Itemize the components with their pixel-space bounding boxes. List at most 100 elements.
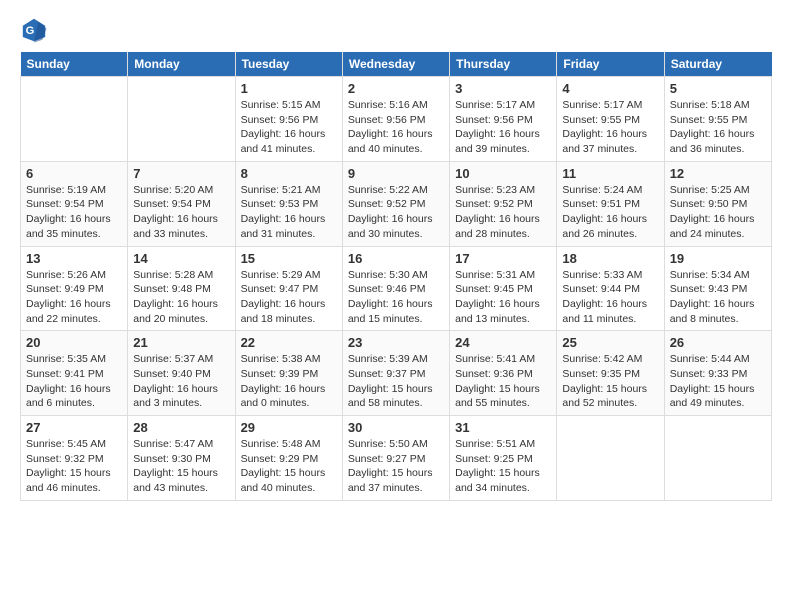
day-details: Sunrise: 5:41 AMSunset: 9:36 PMDaylight:… [455, 352, 551, 411]
day-details: Sunrise: 5:30 AMSunset: 9:46 PMDaylight:… [348, 268, 444, 327]
table-row: 8 Sunrise: 5:21 AMSunset: 9:53 PMDaylight… [235, 161, 342, 246]
table-row: 3Sunrise: 5:17 AMSunset: 9:56 PMDaylight… [450, 77, 557, 162]
table-row: 2 Sunrise: 5:16 AMSunset: 9:56 PMDaylight… [342, 77, 449, 162]
col-friday: Friday [557, 52, 664, 77]
table-row [128, 77, 235, 162]
page-header: G [20, 16, 772, 44]
day-number: 4 [562, 81, 658, 96]
day-number: 10 [455, 166, 551, 181]
table-row: 18 Sunrise: 5:33 AMSunset: 9:44 PMDayligh… [557, 246, 664, 331]
logo: G [20, 16, 50, 44]
table-row: 1Sunrise: 5:15 AMSunset: 9:56 PMDaylight… [235, 77, 342, 162]
table-row: 16 Sunrise: 5:30 AMSunset: 9:46 PMDayligh… [342, 246, 449, 331]
header-row: Sunday Monday Tuesday Wednesday Thursday… [21, 52, 772, 77]
day-details: Sunrise: 5:42 AMSunset: 9:35 PMDaylight:… [562, 352, 658, 411]
col-wednesday: Wednesday [342, 52, 449, 77]
day-number: 18 [562, 251, 658, 266]
logo-icon: G [20, 16, 48, 44]
table-row: 27Sunrise: 5:45 AMSunset: 9:32 PMDayligh… [21, 416, 128, 501]
day-details: Sunrise: 5:37 AMSunset: 9:40 PMDaylight:… [133, 352, 229, 411]
table-row: 9Sunrise: 5:22 AMSunset: 9:52 PMDaylight… [342, 161, 449, 246]
col-monday: Monday [128, 52, 235, 77]
table-row: 13 Sunrise: 5:26 AMSunset: 9:49 PMDayligh… [21, 246, 128, 331]
day-number: 15 [241, 251, 337, 266]
day-details: Sunrise: 5:17 AMSunset: 9:55 PMDaylight:… [562, 98, 658, 157]
table-row: 4 Sunrise: 5:17 AMSunset: 9:55 PMDaylight… [557, 77, 664, 162]
calendar-body: 1Sunrise: 5:15 AMSunset: 9:56 PMDaylight… [21, 77, 772, 501]
day-details: Sunrise: 5:47 AMSunset: 9:30 PMDaylight:… [133, 437, 229, 496]
day-number: 22 [241, 335, 337, 350]
day-details: Sunrise: 5:33 AMSunset: 9:44 PMDaylight:… [562, 268, 658, 327]
day-details: Sunrise: 5:19 AMSunset: 9:54 PMDaylight:… [26, 183, 122, 242]
table-row: 19 Sunrise: 5:34 AMSunset: 9:43 PMDayligh… [664, 246, 771, 331]
calendar-header: Sunday Monday Tuesday Wednesday Thursday… [21, 52, 772, 77]
table-row: 17 Sunrise: 5:31 AMSunset: 9:45 PMDayligh… [450, 246, 557, 331]
day-details: Sunrise: 5:39 AMSunset: 9:37 PMDaylight:… [348, 352, 444, 411]
table-row [664, 416, 771, 501]
table-row: 10Sunrise: 5:23 AMSunset: 9:52 PMDayligh… [450, 161, 557, 246]
day-number: 23 [348, 335, 444, 350]
day-details: Sunrise: 5:34 AMSunset: 9:43 PMDaylight:… [670, 268, 766, 327]
day-details: Sunrise: 5:45 AMSunset: 9:32 PMDaylight:… [26, 437, 122, 496]
table-row: 20Sunrise: 5:35 AMSunset: 9:41 PMDayligh… [21, 331, 128, 416]
day-details: Sunrise: 5:51 AMSunset: 9:25 PMDaylight:… [455, 437, 551, 496]
day-number: 8 [241, 166, 337, 181]
day-number: 30 [348, 420, 444, 435]
day-number: 16 [348, 251, 444, 266]
col-saturday: Saturday [664, 52, 771, 77]
day-details: Sunrise: 5:17 AMSunset: 9:56 PMDaylight:… [455, 98, 551, 157]
table-row: 21 Sunrise: 5:37 AMSunset: 9:40 PMDayligh… [128, 331, 235, 416]
day-number: 20 [26, 335, 122, 350]
table-row: 5Sunrise: 5:18 AMSunset: 9:55 PMDaylight… [664, 77, 771, 162]
day-details: Sunrise: 5:24 AMSunset: 9:51 PMDaylight:… [562, 183, 658, 242]
day-details: Sunrise: 5:31 AMSunset: 9:45 PMDaylight:… [455, 268, 551, 327]
day-number: 29 [241, 420, 337, 435]
day-details: Sunrise: 5:16 AMSunset: 9:56 PMDaylight:… [348, 98, 444, 157]
svg-text:G: G [26, 25, 35, 37]
table-row: 22 Sunrise: 5:38 AMSunset: 9:39 PMDayligh… [235, 331, 342, 416]
day-number: 25 [562, 335, 658, 350]
table-row [21, 77, 128, 162]
day-details: Sunrise: 5:21 AMSunset: 9:53 PMDaylight:… [241, 183, 337, 242]
table-row: 6 Sunrise: 5:19 AMSunset: 9:54 PMDaylight… [21, 161, 128, 246]
table-row: 11 Sunrise: 5:24 AMSunset: 9:51 PMDayligh… [557, 161, 664, 246]
table-row: 23 Sunrise: 5:39 AMSunset: 9:37 PMDayligh… [342, 331, 449, 416]
table-row: 7Sunrise: 5:20 AMSunset: 9:54 PMDaylight… [128, 161, 235, 246]
calendar-table: Sunday Monday Tuesday Wednesday Thursday… [20, 52, 772, 501]
day-number: 13 [26, 251, 122, 266]
day-details: Sunrise: 5:48 AMSunset: 9:29 PMDaylight:… [241, 437, 337, 496]
table-row: 24 Sunrise: 5:41 AMSunset: 9:36 PMDayligh… [450, 331, 557, 416]
day-number: 24 [455, 335, 551, 350]
day-number: 6 [26, 166, 122, 181]
day-details: Sunrise: 5:28 AMSunset: 9:48 PMDaylight:… [133, 268, 229, 327]
day-number: 2 [348, 81, 444, 96]
calendar-row: 20Sunrise: 5:35 AMSunset: 9:41 PMDayligh… [21, 331, 772, 416]
day-number: 11 [562, 166, 658, 181]
day-details: Sunrise: 5:15 AMSunset: 9:56 PMDaylight:… [241, 98, 337, 157]
table-row: 30 Sunrise: 5:50 AMSunset: 9:27 PMDayligh… [342, 416, 449, 501]
day-number: 7 [133, 166, 229, 181]
day-details: Sunrise: 5:22 AMSunset: 9:52 PMDaylight:… [348, 183, 444, 242]
day-number: 19 [670, 251, 766, 266]
calendar-row: 6 Sunrise: 5:19 AMSunset: 9:54 PMDaylight… [21, 161, 772, 246]
day-number: 17 [455, 251, 551, 266]
table-row: 29 Sunrise: 5:48 AMSunset: 9:29 PMDayligh… [235, 416, 342, 501]
table-row: 25 Sunrise: 5:42 AMSunset: 9:35 PMDayligh… [557, 331, 664, 416]
day-details: Sunrise: 5:26 AMSunset: 9:49 PMDaylight:… [26, 268, 122, 327]
day-number: 21 [133, 335, 229, 350]
day-details: Sunrise: 5:38 AMSunset: 9:39 PMDaylight:… [241, 352, 337, 411]
day-number: 26 [670, 335, 766, 350]
day-number: 31 [455, 420, 551, 435]
col-tuesday: Tuesday [235, 52, 342, 77]
day-number: 28 [133, 420, 229, 435]
day-details: Sunrise: 5:25 AMSunset: 9:50 PMDaylight:… [670, 183, 766, 242]
calendar-row: 13 Sunrise: 5:26 AMSunset: 9:49 PMDayligh… [21, 246, 772, 331]
table-row: 31 Sunrise: 5:51 AMSunset: 9:25 PMDayligh… [450, 416, 557, 501]
col-thursday: Thursday [450, 52, 557, 77]
day-details: Sunrise: 5:50 AMSunset: 9:27 PMDaylight:… [348, 437, 444, 496]
day-details: Sunrise: 5:44 AMSunset: 9:33 PMDaylight:… [670, 352, 766, 411]
day-details: Sunrise: 5:18 AMSunset: 9:55 PMDaylight:… [670, 98, 766, 157]
day-details: Sunrise: 5:29 AMSunset: 9:47 PMDaylight:… [241, 268, 337, 327]
calendar-row: 27Sunrise: 5:45 AMSunset: 9:32 PMDayligh… [21, 416, 772, 501]
day-number: 14 [133, 251, 229, 266]
